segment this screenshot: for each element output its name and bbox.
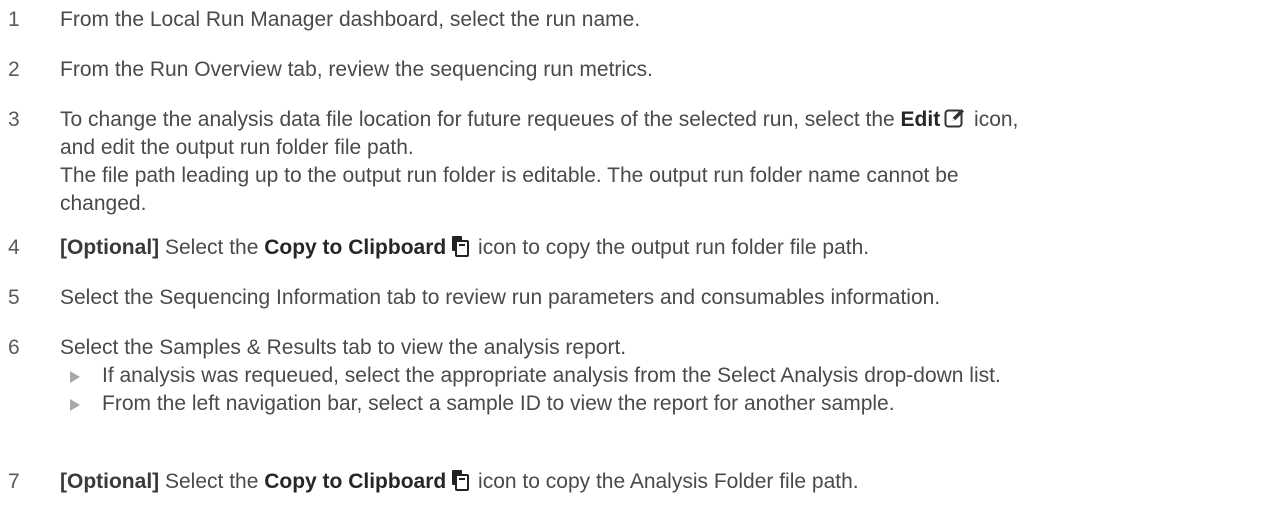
step-number: 3: [8, 108, 20, 131]
step-text: Select the Samples & Results tab to view…: [60, 336, 627, 359]
step-number: 5: [8, 286, 20, 309]
step-text-line: [Optional] Select the Copy to Clipboard …: [60, 234, 1278, 262]
step-text-before: Select the: [159, 236, 265, 259]
optional-label: [Optional]: [60, 470, 160, 493]
edit-icon: [944, 107, 966, 137]
optional-label: [Optional]: [60, 236, 160, 259]
step-text-line: To change the analysis data file locatio…: [60, 106, 1278, 134]
step-number: 1: [8, 8, 20, 31]
step-text-before: Select the: [159, 470, 265, 493]
step-note-line-1: The file path leading up to the output r…: [60, 164, 959, 187]
step-text-line: [Optional] Select the Copy to Clipboard …: [60, 468, 1278, 496]
step-text: From the Run Overview tab, review the se…: [60, 58, 653, 81]
step-text: From the Local Run Manager dashboard, se…: [60, 8, 641, 31]
clipboard-icon: [450, 235, 470, 265]
step-text-line-2: and edit the output run folder file path…: [60, 136, 414, 159]
ui-term-edit: Edit: [900, 108, 941, 131]
ui-term-copy-to-clipboard: Copy to Clipboard: [264, 236, 447, 259]
bullet-text: If analysis was requeued, select the app…: [102, 364, 1001, 387]
ui-term-copy-to-clipboard: Copy to Clipboard: [264, 470, 447, 493]
step-text: Select the Sequencing Information tab to…: [60, 286, 941, 309]
bullet-item: If analysis was requeued, select the app…: [60, 362, 1278, 390]
procedure-document: 1 From the Local Run Manager dashboard, …: [0, 0, 1278, 508]
step-number: 4: [8, 236, 20, 259]
clipboard-icon: [450, 469, 470, 499]
step-text-after: icon to copy the output run folder file …: [472, 236, 870, 259]
bullet-triangle-icon: [70, 371, 80, 383]
step-number: 6: [8, 336, 20, 359]
bullet-triangle-icon: [70, 399, 80, 411]
step-number: 7: [8, 470, 20, 493]
bullet-item: From the left navigation bar, select a s…: [60, 390, 1278, 418]
bullet-text: From the left navigation bar, select a s…: [102, 392, 895, 415]
step-text-before: To change the analysis data file locatio…: [60, 108, 901, 131]
step-number: 2: [8, 58, 20, 81]
step-text-after: icon,: [968, 108, 1019, 131]
step-text-after: icon to copy the Analysis Folder file pa…: [472, 470, 859, 493]
step-note-line-2: changed.: [60, 192, 147, 215]
